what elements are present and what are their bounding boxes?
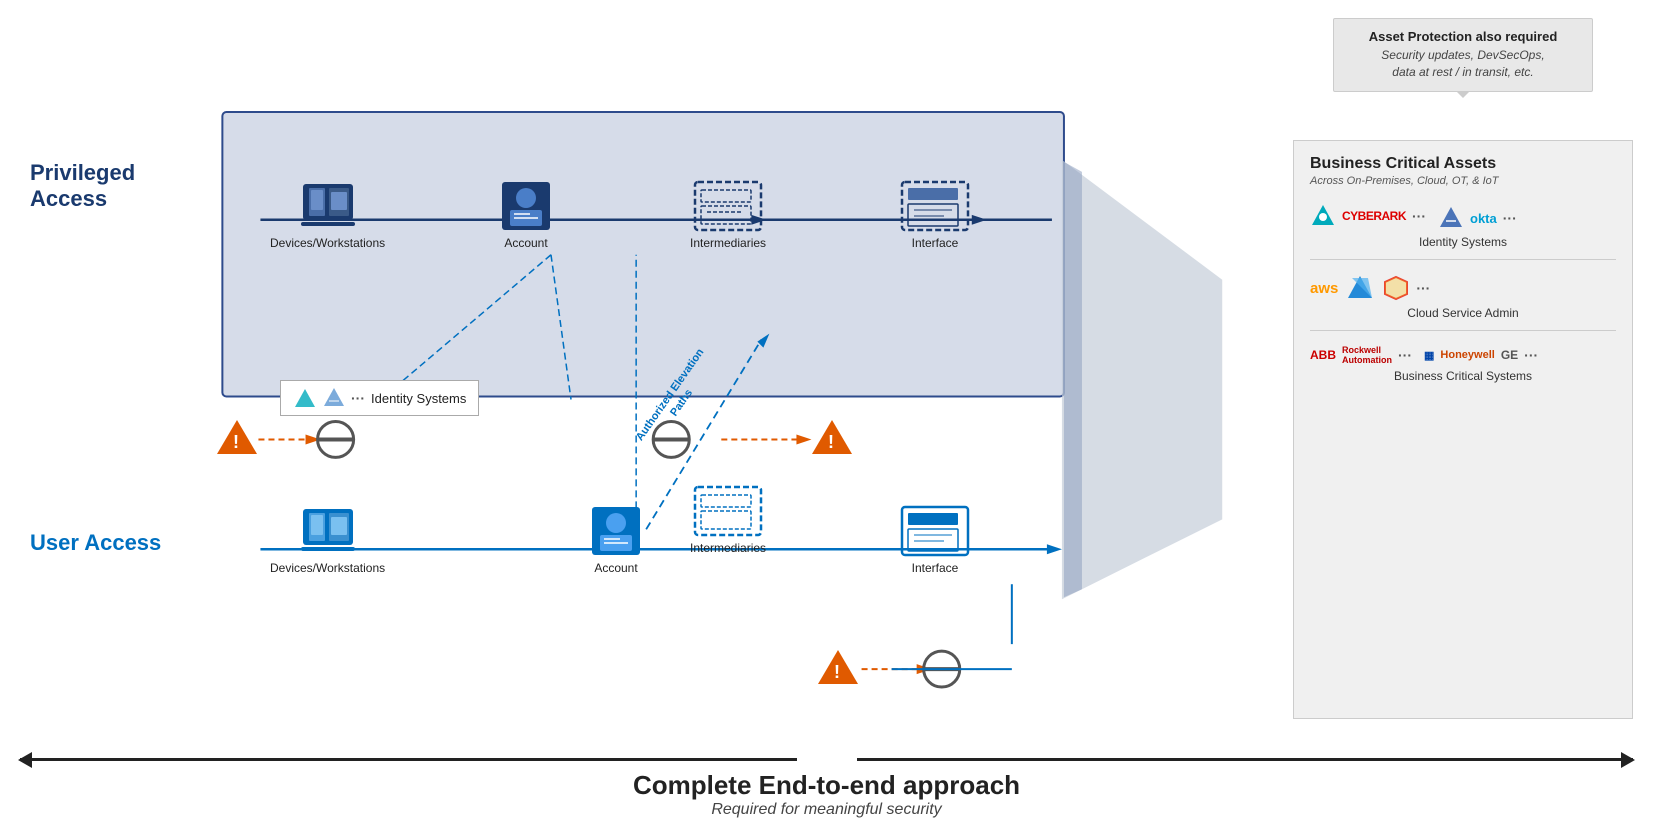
bca-bizcritsys-logos: ABB RockwellAutomation ··· ▦ Honeywell G… xyxy=(1310,345,1616,365)
bca-sub: Across On-Premises, Cloud, OT, & IoT xyxy=(1310,175,1616,187)
ge-logo: GE xyxy=(1501,348,1518,362)
end-to-end-title: Complete End-to-end approach xyxy=(0,770,1653,801)
user-access-label: User Access xyxy=(30,530,200,556)
identity-tooltip: ··· Identity Systems xyxy=(280,380,479,416)
callout-subtitle: Security updates, DevSecOps,data at rest… xyxy=(1350,47,1576,81)
identity-more-dots2: ··· xyxy=(1503,210,1517,226)
arrow-left-head xyxy=(18,752,32,768)
sailpoint-logo xyxy=(1438,205,1464,231)
priv-interface-node: Interface xyxy=(900,180,970,250)
priv-account-icon xyxy=(500,180,552,232)
priv-account-node: Account xyxy=(500,180,552,250)
svg-text:!: ! xyxy=(828,432,834,452)
bca-panel: Business Critical Assets Across On-Premi… xyxy=(1293,140,1633,719)
user-devices-node: Devices/Workstations xyxy=(270,505,385,575)
authorized-elevation-label: Authorized Elevation Paths xyxy=(630,342,722,457)
priv-interface-label: Interface xyxy=(912,236,959,250)
user-interface-node: Interface xyxy=(900,505,970,575)
bca-cloud-logos: aws ··· xyxy=(1310,274,1616,302)
bca-cloud-label: Cloud Service Admin xyxy=(1310,306,1616,320)
user-interface-icon xyxy=(900,505,970,557)
priv-devices-node: Devices/Workstations xyxy=(270,180,385,250)
svg-text:!: ! xyxy=(233,432,239,452)
bca-bizcritsys-section: ABB RockwellAutomation ··· ▦ Honeywell G… xyxy=(1310,345,1616,383)
callout-title: Asset Protection also required xyxy=(1350,29,1576,44)
user-account-icon xyxy=(590,505,642,557)
bca-identity-section: CYBERARK ··· okta ··· Identity Systems xyxy=(1310,201,1616,260)
main-diagram: Privileged Access User Access Devices/Wo… xyxy=(20,100,1633,719)
honeywell-logo: Honeywell xyxy=(1440,349,1494,361)
identity-more-dots: ··· xyxy=(1412,208,1426,224)
bca-title: Business Critical Assets xyxy=(1310,155,1616,173)
gcp-logo xyxy=(1382,274,1410,302)
user-interface-label: Interface xyxy=(912,561,959,575)
aws-logo: aws xyxy=(1310,280,1338,297)
bottom-arrow-left xyxy=(20,758,797,761)
bca-identity-label: Identity Systems xyxy=(1310,235,1616,249)
azure-logo xyxy=(1344,274,1376,302)
priv-intermediaries-node: Intermediaries xyxy=(690,180,766,250)
warning-triangle-top-right: ! xyxy=(810,418,854,461)
ping-logo xyxy=(1310,203,1336,229)
rockwell-logo: RockwellAutomation xyxy=(1342,345,1392,365)
priv-interface-icon xyxy=(900,180,970,232)
priv-devices-icon xyxy=(299,180,357,232)
bca-cloud-section: aws ··· Cloud Service Admin xyxy=(1310,274,1616,331)
priv-account-label: Account xyxy=(504,236,547,250)
warning-icon-tr: ! xyxy=(810,418,854,456)
asset-protection-callout: Asset Protection also required Security … xyxy=(1333,18,1593,92)
bizcritsys-more-dots: ··· xyxy=(1398,347,1412,363)
user-account-label: Account xyxy=(594,561,637,575)
abb-logo: ABB xyxy=(1310,348,1336,362)
cyberark-logo: CYBERARK xyxy=(1342,209,1406,223)
identity-dots: ··· xyxy=(351,390,365,406)
cloud-more-dots: ··· xyxy=(1416,280,1430,296)
identity-systems-tooltip-label: Identity Systems xyxy=(371,391,466,406)
priv-intermediaries-icon xyxy=(693,180,763,232)
user-intermediaries-icon xyxy=(693,485,763,537)
warning-icon-b: ! xyxy=(816,648,860,686)
privileged-access-label: Privileged Access xyxy=(30,160,200,213)
user-devices-label: Devices/Workstations xyxy=(270,561,385,575)
user-devices-icon xyxy=(299,505,357,557)
warning-triangle-bottom: ! xyxy=(816,648,860,691)
arrow-right-head xyxy=(1621,752,1635,768)
authorized-elevation-text: Authorized Elevation Paths xyxy=(634,347,707,444)
bottom-section: Complete End-to-end approach Required fo… xyxy=(0,770,1653,819)
okta-logo: okta xyxy=(1470,211,1497,226)
svg-text:!: ! xyxy=(834,662,840,682)
generic-logo1: ▦ xyxy=(1424,349,1434,362)
priv-intermediaries-label: Intermediaries xyxy=(690,236,766,250)
warning-triangle-top-left: ! xyxy=(215,418,259,461)
end-to-end-subtitle: Required for meaningful security xyxy=(0,801,1653,819)
warning-icon-tl: ! xyxy=(215,418,259,456)
user-account-node: Account xyxy=(590,505,642,575)
bizcritsys-more-dots2: ··· xyxy=(1524,347,1538,363)
bca-bizcritsys-label: Business Critical Systems xyxy=(1310,369,1616,383)
bottom-arrow-right xyxy=(857,758,1634,761)
bca-identity-logos: CYBERARK ··· okta ··· xyxy=(1310,201,1616,231)
user-intermediaries-node: Intermediaries xyxy=(690,485,766,555)
user-intermediaries-label: Intermediaries xyxy=(690,541,766,555)
priv-devices-label: Devices/Workstations xyxy=(270,236,385,250)
identity-icon xyxy=(293,387,317,409)
identity-icon2 xyxy=(323,387,345,409)
